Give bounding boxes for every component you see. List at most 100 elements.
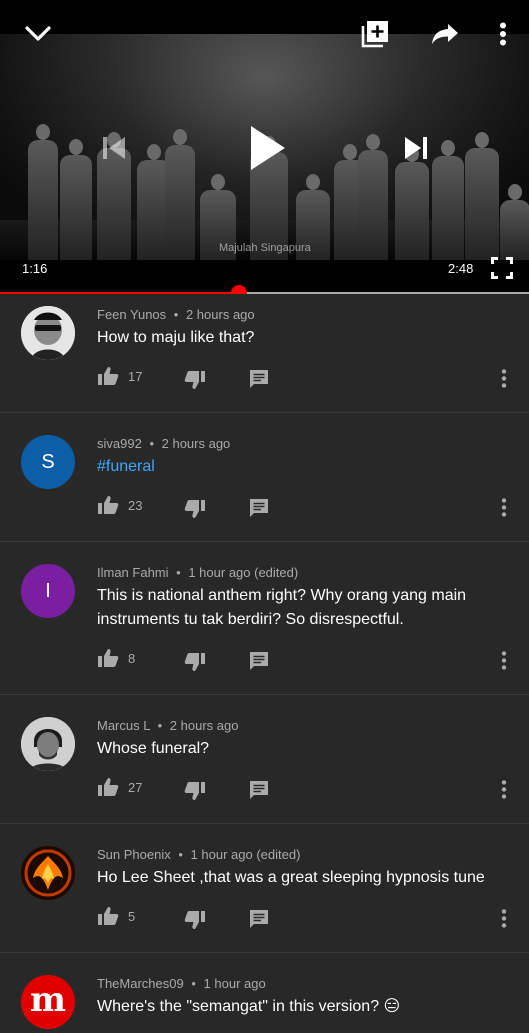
like-button[interactable]: 27 <box>97 777 142 797</box>
comment-time: 2 hours ago <box>185 307 255 322</box>
thumb-down-icon <box>184 911 205 929</box>
meta-separator: • <box>191 976 196 991</box>
performer <box>500 184 529 260</box>
duration: 2:48 <box>448 261 474 276</box>
comment-actions: 27 <box>97 777 517 801</box>
comment-more-icon[interactable] <box>501 780 507 799</box>
comment-meta: Sun Phoenix • 1 hour ago (edited) <box>97 847 300 862</box>
meta-separator: • <box>149 436 154 451</box>
avatar[interactable] <box>21 306 75 360</box>
reply-icon <box>250 652 268 670</box>
comment-more-icon[interactable] <box>501 651 507 670</box>
thumb-down-icon <box>184 653 205 671</box>
previous-icon[interactable] <box>98 130 130 166</box>
comment-author[interactable]: Ilman Fahmi <box>97 565 169 580</box>
reply-button[interactable] <box>249 909 269 929</box>
comment-author[interactable]: Sun Phoenix <box>97 847 171 862</box>
reply-icon <box>250 499 268 517</box>
comment-meta: TheMarches09 • 1 hour ago <box>97 976 266 991</box>
avatar-letter: I <box>45 579 51 602</box>
reply-icon <box>250 370 268 388</box>
reply-button[interactable] <box>249 369 269 389</box>
performer <box>28 124 58 260</box>
comment: Sun Phoenix • 1 hour ago (edited) Ho Lee… <box>0 824 529 953</box>
reply-icon <box>250 781 268 799</box>
play-icon[interactable] <box>244 120 290 176</box>
reply-button[interactable] <box>249 651 269 671</box>
like-count: 27 <box>128 779 143 795</box>
performer <box>358 134 388 260</box>
avatar[interactable]: I <box>21 564 75 618</box>
reply-button[interactable] <box>249 780 269 800</box>
comment-author[interactable]: Feen Yunos <box>97 307 166 322</box>
thumb-up-icon <box>98 907 119 925</box>
chevron-down-icon[interactable] <box>22 20 54 48</box>
performer <box>432 140 464 260</box>
performer <box>465 132 499 260</box>
comment-actions: 23 <box>97 495 517 519</box>
comment: S siva992 • 2 hours ago #funeral 23 <box>0 413 529 542</box>
video-watermark: Majulah Singapura <box>219 242 311 254</box>
like-button[interactable]: 5 <box>97 906 135 926</box>
like-count: 17 <box>128 368 143 384</box>
meta-separator: • <box>173 307 179 322</box>
comment-author[interactable]: TheMarches09 <box>97 976 184 991</box>
reply-button[interactable] <box>249 498 269 518</box>
performer <box>395 146 429 260</box>
comment-more-icon[interactable] <box>501 498 507 517</box>
comment-time: 2 hours ago <box>169 718 239 733</box>
avatar-letter: m <box>30 980 66 1020</box>
video-player[interactable]: Majulah Singapura 1:16 2:48 <box>0 0 529 294</box>
avatar[interactable]: S <box>21 435 75 489</box>
like-button[interactable]: 8 <box>97 648 135 668</box>
dislike-button[interactable] <box>184 499 206 519</box>
comment-author[interactable]: Marcus L <box>97 718 150 733</box>
share-icon[interactable] <box>429 20 461 48</box>
progress-played <box>0 292 240 294</box>
dislike-button[interactable] <box>184 370 206 390</box>
like-count: 8 <box>128 650 136 666</box>
comment-meta: Feen Yunos • 2 hours ago <box>97 307 255 322</box>
thumb-up-icon <box>98 496 119 514</box>
avatar[interactable] <box>21 717 75 771</box>
performer <box>60 139 92 260</box>
comment-meta: Ilman Fahmi • 1 hour ago (edited) <box>97 565 298 580</box>
comment: Feen Yunos • 2 hours ago How to maju lik… <box>0 295 529 413</box>
comment-text: Where's the "semangat" in this version? … <box>97 998 401 1015</box>
like-count: 5 <box>128 908 136 924</box>
thumb-down-icon <box>184 782 205 800</box>
comment-time: 1 hour ago (edited) <box>188 565 299 580</box>
comment-more-icon[interactable] <box>501 909 507 928</box>
performer <box>165 129 195 260</box>
comment-time: 1 hour ago <box>203 976 266 991</box>
like-button[interactable]: 17 <box>97 366 142 386</box>
thumb-down-icon <box>184 371 205 389</box>
avatar[interactable] <box>21 846 75 900</box>
comment-actions: 5 <box>97 906 517 930</box>
comment-time: 1 hour ago (edited) <box>190 847 301 862</box>
comment-text: How to maju like that? <box>97 329 255 346</box>
comment-more-icon[interactable] <box>501 369 507 388</box>
dislike-button[interactable] <box>184 910 206 930</box>
thumb-down-icon <box>184 500 205 518</box>
like-button[interactable]: 23 <box>97 495 142 515</box>
comment-text: Whose funeral? <box>97 740 210 757</box>
fullscreen-icon[interactable] <box>490 256 514 280</box>
comment-meta: siva992 • 2 hours ago <box>97 436 230 451</box>
progress-scrubber[interactable] <box>231 285 248 294</box>
comment-author[interactable]: siva992 <box>97 436 142 451</box>
comment-text: Ho Lee Sheet ,that was a great sleeping … <box>97 869 485 886</box>
comment-hashtag-link[interactable]: #funeral <box>97 455 155 479</box>
avatar[interactable]: m <box>21 975 75 1029</box>
more-vert-icon[interactable] <box>490 20 516 48</box>
thumb-up-icon <box>98 367 119 385</box>
comment-time: 2 hours ago <box>161 436 231 451</box>
comment-actions: 8 <box>97 648 517 672</box>
thumb-up-icon <box>98 649 119 667</box>
dislike-button[interactable] <box>184 652 206 672</box>
next-icon[interactable] <box>400 130 432 166</box>
progress-bar[interactable] <box>0 285 529 294</box>
dislike-button[interactable] <box>184 781 206 801</box>
add-to-playlist-icon[interactable] <box>359 18 391 50</box>
comments-list: Feen Yunos • 2 hours ago How to maju lik… <box>0 295 529 1033</box>
